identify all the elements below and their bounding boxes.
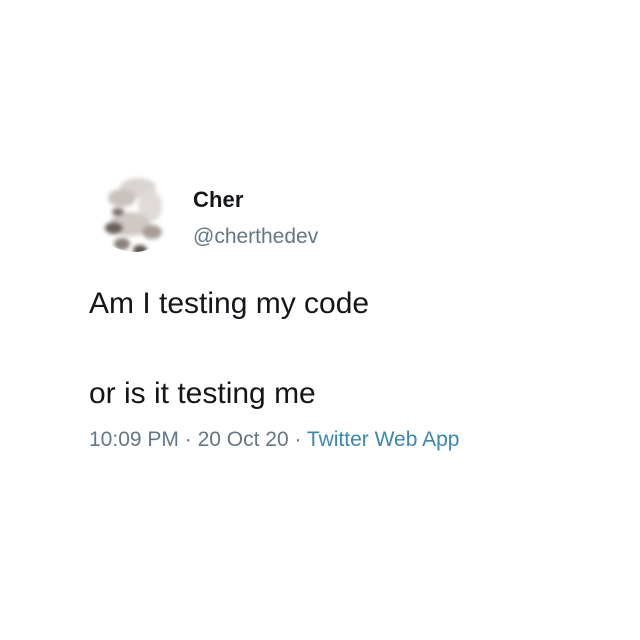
display-name[interactable]: Cher bbox=[193, 187, 244, 213]
profile-avatar[interactable] bbox=[92, 168, 176, 252]
tweet-time[interactable]: 10:09 PM bbox=[89, 428, 179, 451]
tweet-text-line-1: Am I testing my code bbox=[89, 287, 370, 320]
meta-separator-1: · bbox=[178, 428, 198, 451]
meta-separator-2: · bbox=[288, 428, 307, 451]
tweet-card: Cher @cherthedev Am I testing my code or… bbox=[0, 0, 640, 640]
user-handle[interactable]: @cherthedev bbox=[193, 225, 318, 249]
tweet-source-link[interactable]: Twitter Web App bbox=[307, 428, 460, 451]
avatar-image-icon bbox=[92, 168, 176, 252]
tweet-date[interactable]: 20 Oct 20 bbox=[198, 428, 289, 451]
tweet-text-line-2: or is it testing me bbox=[89, 377, 316, 410]
tweet-metadata: 10:09 PM · 20 Oct 20 · Twitter Web App bbox=[89, 428, 459, 452]
